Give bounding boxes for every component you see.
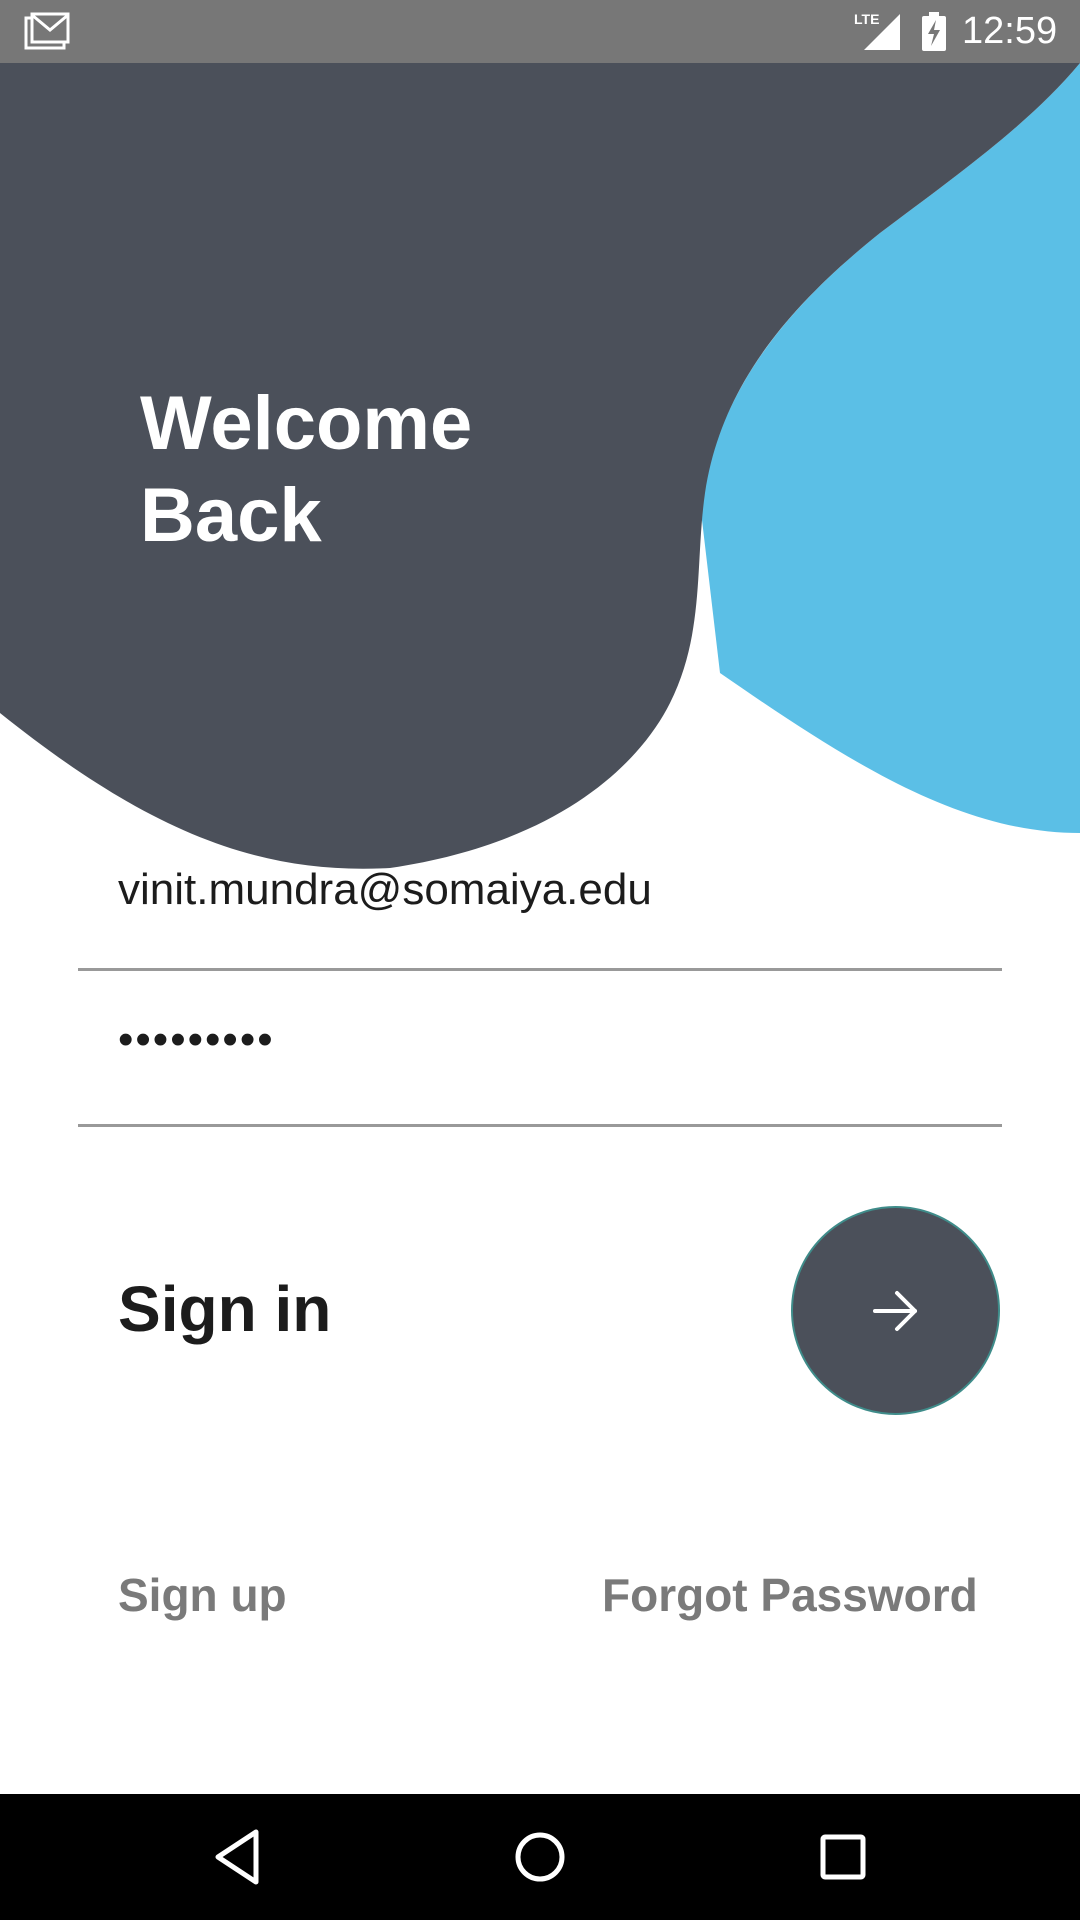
recents-button[interactable] (808, 1822, 878, 1892)
lte-signal-icon: LTE (854, 11, 900, 50)
password-input[interactable] (118, 1010, 938, 1070)
welcome-title-line2: Back (140, 473, 322, 558)
battery-charging-icon (922, 12, 946, 51)
back-button[interactable] (204, 1822, 274, 1892)
email-field[interactable] (78, 850, 1002, 971)
gmail-notification-icon (24, 12, 70, 50)
welcome-title: Welcome Back (140, 378, 640, 562)
email-input[interactable] (118, 860, 938, 920)
home-button[interactable] (505, 1822, 575, 1892)
navigation-bar (0, 1794, 1080, 1920)
arrow-right-icon (873, 1291, 917, 1331)
home-circle-icon (515, 1832, 565, 1882)
welcome-title-line1: Welcome (140, 381, 473, 466)
forgot-password-link[interactable]: Forgot Password (602, 1568, 978, 1622)
lte-label: LTE (854, 11, 879, 27)
back-triangle-icon (215, 1829, 259, 1885)
password-field[interactable] (78, 1000, 1002, 1127)
signin-button[interactable] (791, 1206, 1000, 1415)
recents-square-icon (820, 1834, 866, 1880)
signin-title: Sign in (118, 1273, 332, 1345)
signup-link[interactable]: Sign up (118, 1568, 287, 1622)
status-time: 12:59 (962, 10, 1058, 52)
status-bar: LTE 12:59 (0, 0, 1080, 63)
